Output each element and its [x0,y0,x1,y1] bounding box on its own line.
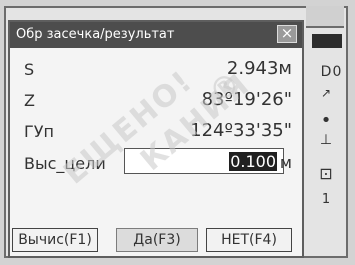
calc-button[interactable]: Вычис(F1) [12,228,98,252]
dot-icon: • [320,110,332,131]
slope-distance-label: S [24,60,35,79]
target-icon: ⊡ [319,164,333,183]
target-height-label: Выс_цели [24,154,106,173]
horizontal-angle-label: ГУп [24,122,54,141]
no-button[interactable]: НЕТ(F4) [206,228,292,252]
target-height-unit: м [279,153,292,172]
resection-result-dialog: Обр засечка/результат × S 2.943м Z 83º19… [8,20,304,258]
direction-arrow-icon: ↗ [320,86,332,100]
side-zero-label: 0 [332,64,342,80]
row-target-height: Выс_цели 0.100 м [10,148,302,178]
battery-icon [312,34,342,48]
row-horizontal-angle: ГУп 124º33'35" [10,116,302,146]
target-height-input[interactable]: 0.100 [124,148,284,174]
device-screen: Обр засечка/результат × S 2.943м Z 83º19… [0,0,355,265]
dialog-titlebar: Обр засечка/результат × [10,22,302,48]
horizontal-angle-value: 124º33'35" [190,120,292,141]
row-zenith-angle: Z 83º19'26" [10,85,302,115]
close-icon[interactable]: × [277,25,297,43]
row-slope-distance: S 2.943м [10,54,302,84]
function-key-bar: Вычис(F1) Да(F3) НЕТ(F4) [10,226,302,256]
yes-button[interactable]: Да(F3) [116,228,198,252]
slope-distance-value: 2.943м [226,58,292,79]
side-one-label: 1 [321,192,331,207]
level-icon: ⊥ [319,132,333,148]
zenith-angle-value: 83º19'26" [201,89,292,110]
dialog-title: Обр засечка/результат [16,27,175,42]
status-strip [306,6,344,28]
target-height-value: 0.100 [229,152,277,171]
zenith-angle-label: Z [24,91,35,110]
side-status-panel: D 0 ↗ • ⊥ ⊡ 1 [308,28,344,254]
